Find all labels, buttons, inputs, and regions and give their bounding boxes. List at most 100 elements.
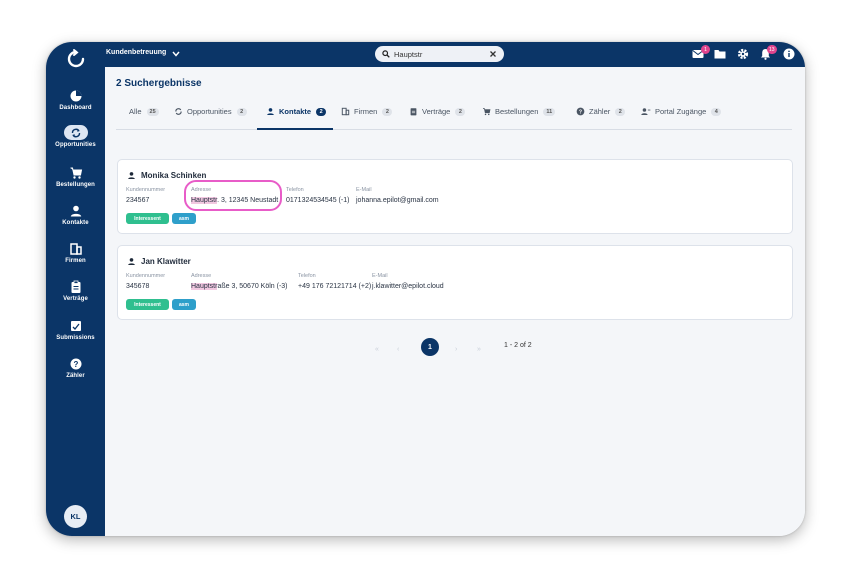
clipboard-icon xyxy=(410,108,417,116)
email-label: E-Mail xyxy=(356,187,372,193)
active-pill xyxy=(63,125,88,140)
tab-count: 2 xyxy=(615,107,626,116)
question-icon: ? xyxy=(576,107,585,115)
tab-label: Kontakte xyxy=(279,107,312,116)
tab-alle[interactable]: Alle 25 xyxy=(129,107,159,116)
sidebar-item-firmen[interactable]: Firmen xyxy=(46,242,105,264)
notification-badge: 13 xyxy=(767,45,777,54)
result-tabs: Alle 25 Opportunities 2 Kontakte 2 Firmen 2 … xyxy=(116,104,792,130)
search-highlight: Hauptstr xyxy=(191,283,218,290)
search-input[interactable]: Hauptstr xyxy=(394,50,489,59)
tab-count: 25 xyxy=(146,107,159,116)
sync-icon xyxy=(175,108,182,115)
tab-zaehler[interactable]: ? Zähler 2 xyxy=(576,107,626,116)
sidebar-item-opportunities[interactable]: Opportunities xyxy=(46,125,105,148)
contact-card[interactable]: Jan Klawitter Kundennummer 345678 Adress… xyxy=(117,245,793,320)
tab-kontakte[interactable]: Kontakte 2 xyxy=(266,107,327,116)
sidebar-item-label: Kontakte xyxy=(62,220,89,226)
sidebar-item-bestellungen[interactable]: Bestellungen xyxy=(46,166,105,188)
cart-icon xyxy=(70,167,82,179)
sidebar: Dashboard Opportunities Bestellungen Kon… xyxy=(46,42,105,536)
search-icon xyxy=(382,50,390,58)
email-value[interactable]: johanna.epilot@gmail.com xyxy=(356,197,439,204)
clipboard-icon xyxy=(71,280,80,293)
folder-icon[interactable] xyxy=(714,49,726,59)
sidebar-item-vertraege[interactable]: Verträge xyxy=(46,280,105,302)
tab-vertraege[interactable]: Verträge 2 xyxy=(409,107,466,116)
phone-label: Telefon xyxy=(298,273,316,279)
sidebar-item-zaehler[interactable]: ? Zähler xyxy=(46,357,105,379)
contact-card[interactable]: Monika Schinken Kundennummer 234567 Adre… xyxy=(117,159,793,234)
tab-firmen[interactable]: Firmen 2 xyxy=(341,107,393,116)
app-logo-icon[interactable] xyxy=(65,48,87,70)
svg-text:?: ? xyxy=(579,109,582,115)
pagination-next[interactable]: › xyxy=(455,346,457,353)
mail-badge: 1 xyxy=(701,45,710,54)
tab-label: Portal Zugänge xyxy=(655,107,707,116)
svg-text:?: ? xyxy=(73,360,78,369)
dashboard-icon xyxy=(70,90,81,102)
sidebar-item-label: Verträge xyxy=(63,296,88,302)
pagination-first[interactable]: « xyxy=(375,346,379,353)
annotation-circle xyxy=(184,180,282,211)
address-label: Adresse xyxy=(191,273,212,279)
info-icon[interactable] xyxy=(783,48,795,60)
pagination-last[interactable]: » xyxy=(477,346,481,353)
tab-label: Zähler xyxy=(589,107,611,116)
customer-number-value: 345678 xyxy=(126,283,150,290)
tab-count: 2 xyxy=(382,107,393,116)
tag-chip[interactable]: Interessent xyxy=(126,299,169,310)
tag-chip[interactable]: Interessent xyxy=(126,213,169,224)
person-key-icon xyxy=(641,108,651,115)
cart-icon xyxy=(482,107,491,116)
sidebar-item-kontakte[interactable]: Kontakte xyxy=(46,204,105,226)
person-icon xyxy=(128,172,135,180)
building-icon xyxy=(341,107,350,116)
top-bar: Kundenbetreuung Hauptstr 1 13 xyxy=(105,42,805,67)
address-rest: aße 3, 50670 Köln (-3) xyxy=(217,283,288,290)
contact-name[interactable]: Monika Schinken xyxy=(127,171,206,180)
sidebar-item-label: Zähler xyxy=(66,373,85,379)
tab-portal-zugaenge[interactable]: Portal Zugänge 4 xyxy=(641,107,722,116)
tab-label: Alle xyxy=(129,107,142,116)
building-icon xyxy=(69,243,82,255)
tab-label: Bestellungen xyxy=(495,107,539,116)
contact-name[interactable]: Jan Klawitter xyxy=(127,257,191,266)
customer-number-value: 234567 xyxy=(126,197,150,204)
tag-chip[interactable]: asm xyxy=(172,299,196,310)
tab-bestellungen[interactable]: Bestellungen 11 xyxy=(482,107,556,116)
tab-opportunities[interactable]: Opportunities 2 xyxy=(174,107,247,116)
person-icon xyxy=(70,205,81,217)
main-content: 2 Suchergebnisse Alle 25 Opportunities 2 K… xyxy=(105,67,805,536)
tab-count: 4 xyxy=(711,107,722,116)
address-value: Hauptstraße 3, 50670 Köln (-3) xyxy=(191,283,288,290)
tab-count: 2 xyxy=(455,107,466,116)
tab-count: 11 xyxy=(543,107,556,116)
sidebar-item-label: Submissions xyxy=(56,335,95,341)
clear-search-icon[interactable] xyxy=(489,50,497,58)
chevron-down-icon[interactable] xyxy=(172,51,180,57)
tag-chip[interactable]: asm xyxy=(172,213,196,224)
pagination-info: 1 - 2 of 2 xyxy=(504,342,532,349)
tab-label: Verträge xyxy=(422,107,451,116)
question-icon: ? xyxy=(70,358,81,370)
person-icon xyxy=(267,108,274,116)
pagination-current-page[interactable]: 1 xyxy=(421,338,439,356)
sidebar-item-label: Bestellungen xyxy=(56,182,95,188)
sidebar-item-submissions[interactable]: Submissions xyxy=(46,319,105,341)
active-tab-indicator xyxy=(257,128,333,130)
tab-label: Firmen xyxy=(354,107,378,116)
tab-count: 2 xyxy=(316,107,327,116)
inbox-icon xyxy=(70,321,81,331)
contact-name-text: Monika Schinken xyxy=(141,171,207,180)
user-avatar[interactable]: KL xyxy=(64,505,87,528)
email-value[interactable]: j.klawitter@epilot.cloud xyxy=(372,283,444,290)
sidebar-item-dashboard[interactable]: Dashboard xyxy=(46,89,105,111)
person-icon xyxy=(128,258,135,266)
pagination-prev[interactable]: ‹ xyxy=(397,346,399,353)
customer-number-label: Kundennummer xyxy=(126,273,166,279)
gear-icon[interactable] xyxy=(737,48,749,60)
phone-value: +49 176 72121714 (+2) xyxy=(298,283,372,290)
search-bar[interactable]: Hauptstr xyxy=(375,46,504,62)
app-switcher-label[interactable]: Kundenbetreuung xyxy=(106,49,166,56)
